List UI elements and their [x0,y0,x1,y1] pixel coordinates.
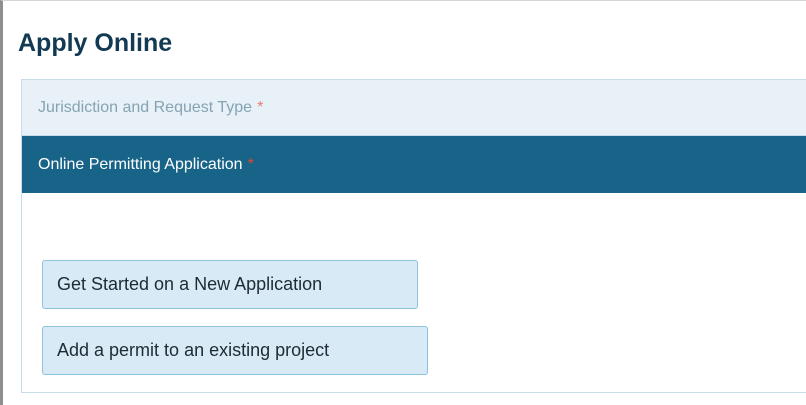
get-started-new-application-button[interactable]: Get Started on a New Application [42,260,418,309]
add-permit-existing-project-button[interactable]: Add a permit to an existing project [42,326,428,375]
apply-online-frame: Apply Online Jurisdiction and Request Ty… [0,0,806,405]
step-label: Online Permitting Application [38,155,243,173]
page-title: Apply Online [18,29,173,57]
step-online-permitting-application[interactable]: Online Permitting Application * [22,136,806,193]
step-label: Jurisdiction and Request Type [38,98,253,116]
step-jurisdiction-request-type[interactable]: Jurisdiction and Request Type * [22,80,806,136]
application-panel: Jurisdiction and Request Type * Online P… [21,79,806,393]
required-marker: * [247,155,254,173]
required-marker: * [257,98,264,116]
